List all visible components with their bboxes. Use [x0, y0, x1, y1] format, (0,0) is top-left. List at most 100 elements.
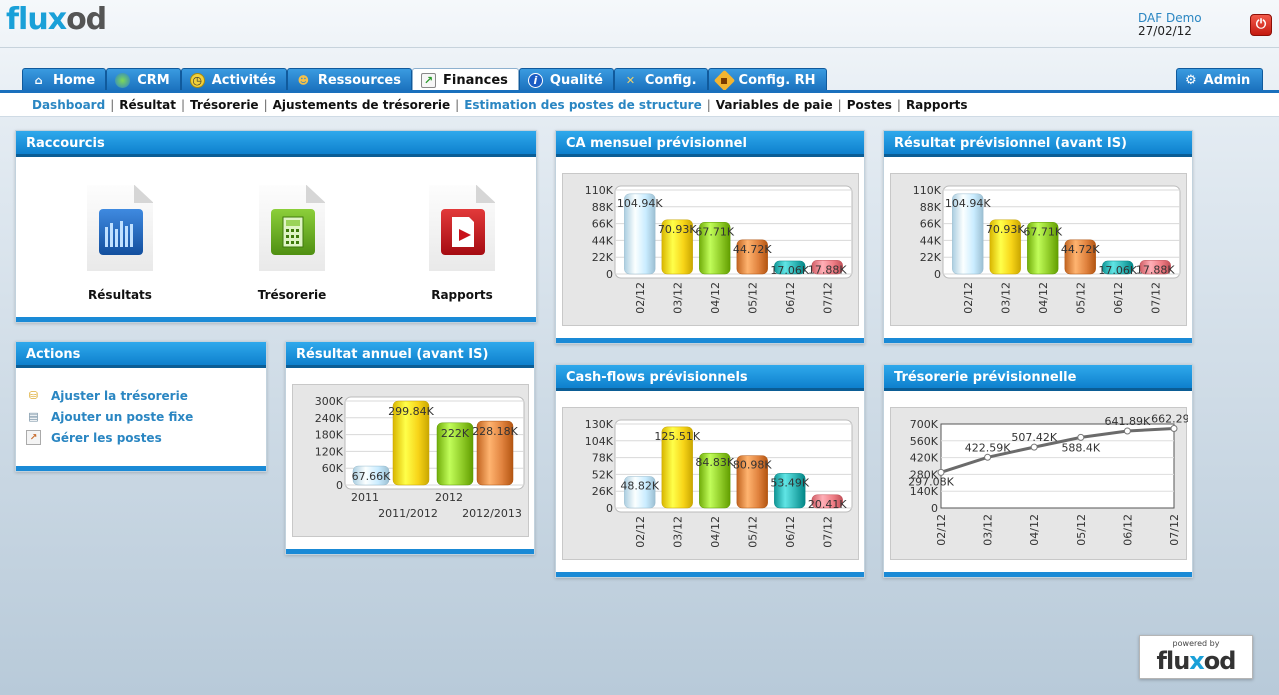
data-label: 507.42K [1011, 431, 1057, 444]
tab-config[interactable]: ✕ Config. [613, 68, 708, 91]
y-tick-label: 22K [920, 251, 942, 264]
data-label: 17.88K [1136, 263, 1175, 276]
x-tick-label: 07/12 [821, 282, 834, 314]
subnav-rapports[interactable]: Rapports [906, 98, 968, 112]
data-label: 20.41K [808, 498, 847, 511]
panel-footer [556, 572, 864, 577]
y-tick-label: 130K [585, 418, 614, 431]
x-tick-label: 02/12 [634, 516, 647, 548]
action-label: Gérer les postes [51, 430, 162, 445]
subnav-resultat[interactable]: Résultat [119, 98, 176, 112]
data-point [1170, 425, 1178, 433]
y-tick-label: 240K [315, 412, 344, 425]
tab-qualite[interactable]: i Qualité [518, 68, 614, 91]
tab-label: Admin [1203, 72, 1251, 88]
power-logout-icon[interactable]: ⏻ [1250, 14, 1272, 36]
chart-area: 0 22K 44K 66K 88K 110K 104.94K 02/12 70.93K 03/12… [562, 173, 859, 326]
panel-tresorerie-previsionnelle: Trésorerie prévisionnelle 0 140K 280K 420K 5… [883, 364, 1198, 578]
tab-ressources[interactable]: ☻ Ressources [286, 68, 412, 91]
data-label: 299.84K [388, 405, 434, 418]
powered-by-badge[interactable]: powered by fluxod [1139, 635, 1253, 679]
x-sub-label: 2011/2012 [378, 507, 438, 520]
action-ajuster-tresorerie[interactable]: ⛁ Ajuster la trésorerie [26, 385, 266, 406]
x-tick-label: 06/12 [1121, 514, 1134, 546]
chart-icon: ↗ [421, 73, 436, 88]
y-tick-label: 0 [606, 502, 613, 515]
panel-footer [884, 572, 1192, 577]
y-tick-label: 180K [315, 429, 344, 442]
data-point [984, 453, 992, 461]
data-label: 588.4K [1061, 441, 1100, 454]
calculator-icon [259, 185, 325, 271]
action-ajouter-poste-fixe[interactable]: ▤ Ajouter un poste fixe [26, 406, 266, 427]
y-tick-label: 60K [322, 462, 344, 475]
data-label: 67.66K [352, 470, 391, 483]
subnav-postes[interactable]: Postes [847, 98, 892, 112]
current-date: 27/02/12 [1138, 24, 1192, 38]
globe-icon [115, 72, 131, 88]
people-icon: ☻ [297, 73, 310, 87]
coins-add-icon: ⛁ [28, 389, 39, 402]
shortcut-rapports[interactable]: Rapports [412, 185, 512, 302]
y-tick-label: 110K [585, 184, 614, 197]
x-tick-label: 03/12 [671, 282, 684, 314]
action-gerer-postes[interactable]: ↗ Gérer les postes [26, 427, 266, 448]
tab-label: Home [53, 72, 96, 88]
subnav-variables-paie[interactable]: Variables de paie [716, 98, 833, 112]
y-tick-label: 88K [920, 201, 942, 214]
data-label: 125.51K [654, 430, 700, 443]
y-tick-label: 44K [592, 234, 614, 247]
x-tick-label: 06/12 [784, 282, 797, 314]
x-tick-label: 03/12 [982, 514, 995, 546]
data-point [1123, 427, 1131, 435]
main-tabs: ⌂ Home CRM ◷ Activités ☻ Ressources ↗ Financ… [22, 68, 827, 92]
y-tick-label: 52K [592, 468, 614, 481]
panel-title: Raccourcis [16, 131, 536, 157]
action-label: Ajuster la trésorerie [51, 388, 188, 403]
x-tick-label: 07/12 [1149, 282, 1162, 314]
data-label: 228.18K [472, 425, 518, 438]
tab-crm[interactable]: CRM [106, 68, 181, 91]
tab-config-rh[interactable]: ◆ Config. RH [707, 68, 827, 91]
subnav-ajustements[interactable]: Ajustements de trésorerie [273, 98, 451, 112]
x-tick-label: 03/12 [999, 282, 1012, 314]
data-label: 297.08K [908, 475, 954, 488]
panel-footer [16, 466, 266, 471]
x-tick-label: 07/12 [1168, 514, 1181, 546]
data-label: 104.94K [945, 197, 991, 210]
subnav-tresorerie[interactable]: Trésorerie [190, 98, 259, 112]
shortcut-tresorerie[interactable]: Trésorerie [242, 185, 342, 302]
data-label: 422.59K [965, 441, 1011, 454]
subnav-estimation[interactable]: Estimation des postes de structure [464, 98, 702, 112]
x-tick-label: 04/12 [709, 282, 722, 314]
clock-icon: ◷ [189, 72, 205, 88]
data-label: 48.82K [620, 479, 659, 492]
panel-actions: Actions ⛁ Ajuster la trésorerie ▤ Ajouter … [15, 341, 267, 472]
x-sub-label: 2012/2013 [462, 507, 522, 520]
chart-area: 0 60K 120K 180K 240K 300K 67.66K 299.84K 222K 228… [292, 384, 529, 537]
subnav-dashboard[interactable]: Dashboard [32, 98, 105, 112]
tab-label: Qualité [549, 72, 603, 88]
panel-title: Trésorerie prévisionnelle [884, 365, 1192, 391]
x-tick-label: 02/12 [935, 514, 948, 546]
y-tick-label: 420K [910, 452, 939, 465]
logo-text-3: od [66, 2, 107, 37]
tab-finances[interactable]: ↗ Finances [412, 68, 519, 92]
separator: | [455, 97, 460, 112]
data-label: 17.88K [808, 263, 847, 276]
chart-cash-flows: 0 26K 52K 78K 104K 130K 48.82K 02/12 125.51K 03/1… [585, 418, 853, 548]
plot-frame [940, 423, 1175, 509]
y-tick-label: 88K [592, 201, 614, 214]
tab-home[interactable]: ⌂ Home [22, 68, 107, 91]
app-logo[interactable]: fluxod [6, 2, 107, 37]
y-tick-label: 26K [592, 485, 614, 498]
icon-fill [441, 209, 485, 255]
tab-activites[interactable]: ◷ Activités [180, 68, 287, 91]
shortcut-resultats[interactable]: Résultats [70, 185, 170, 302]
data-label: 17.06K [1098, 264, 1137, 277]
panel-resultat-annuel: Résultat annuel (avant IS) 0 60K 120K 180K 2… [285, 341, 535, 555]
tab-admin[interactable]: ⚙ Admin [1176, 68, 1264, 91]
x-tick-label: 05/12 [746, 282, 759, 314]
panel-title: Cash-flows prévisionnels [556, 365, 864, 391]
gear-badge-icon: ◆ [713, 69, 735, 91]
